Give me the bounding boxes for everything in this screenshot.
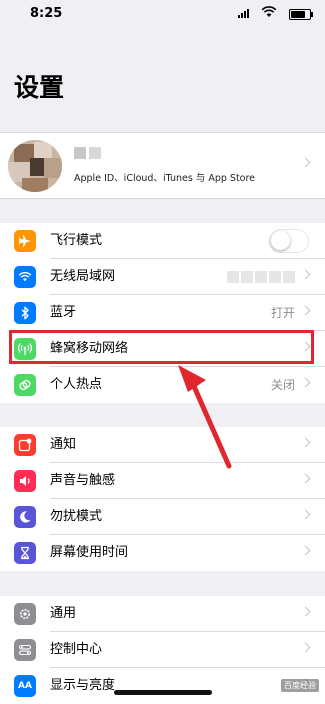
watermark: 百度经验 <box>281 679 319 692</box>
annotation-arrow <box>178 365 232 469</box>
home-indicator[interactable] <box>114 690 212 695</box>
